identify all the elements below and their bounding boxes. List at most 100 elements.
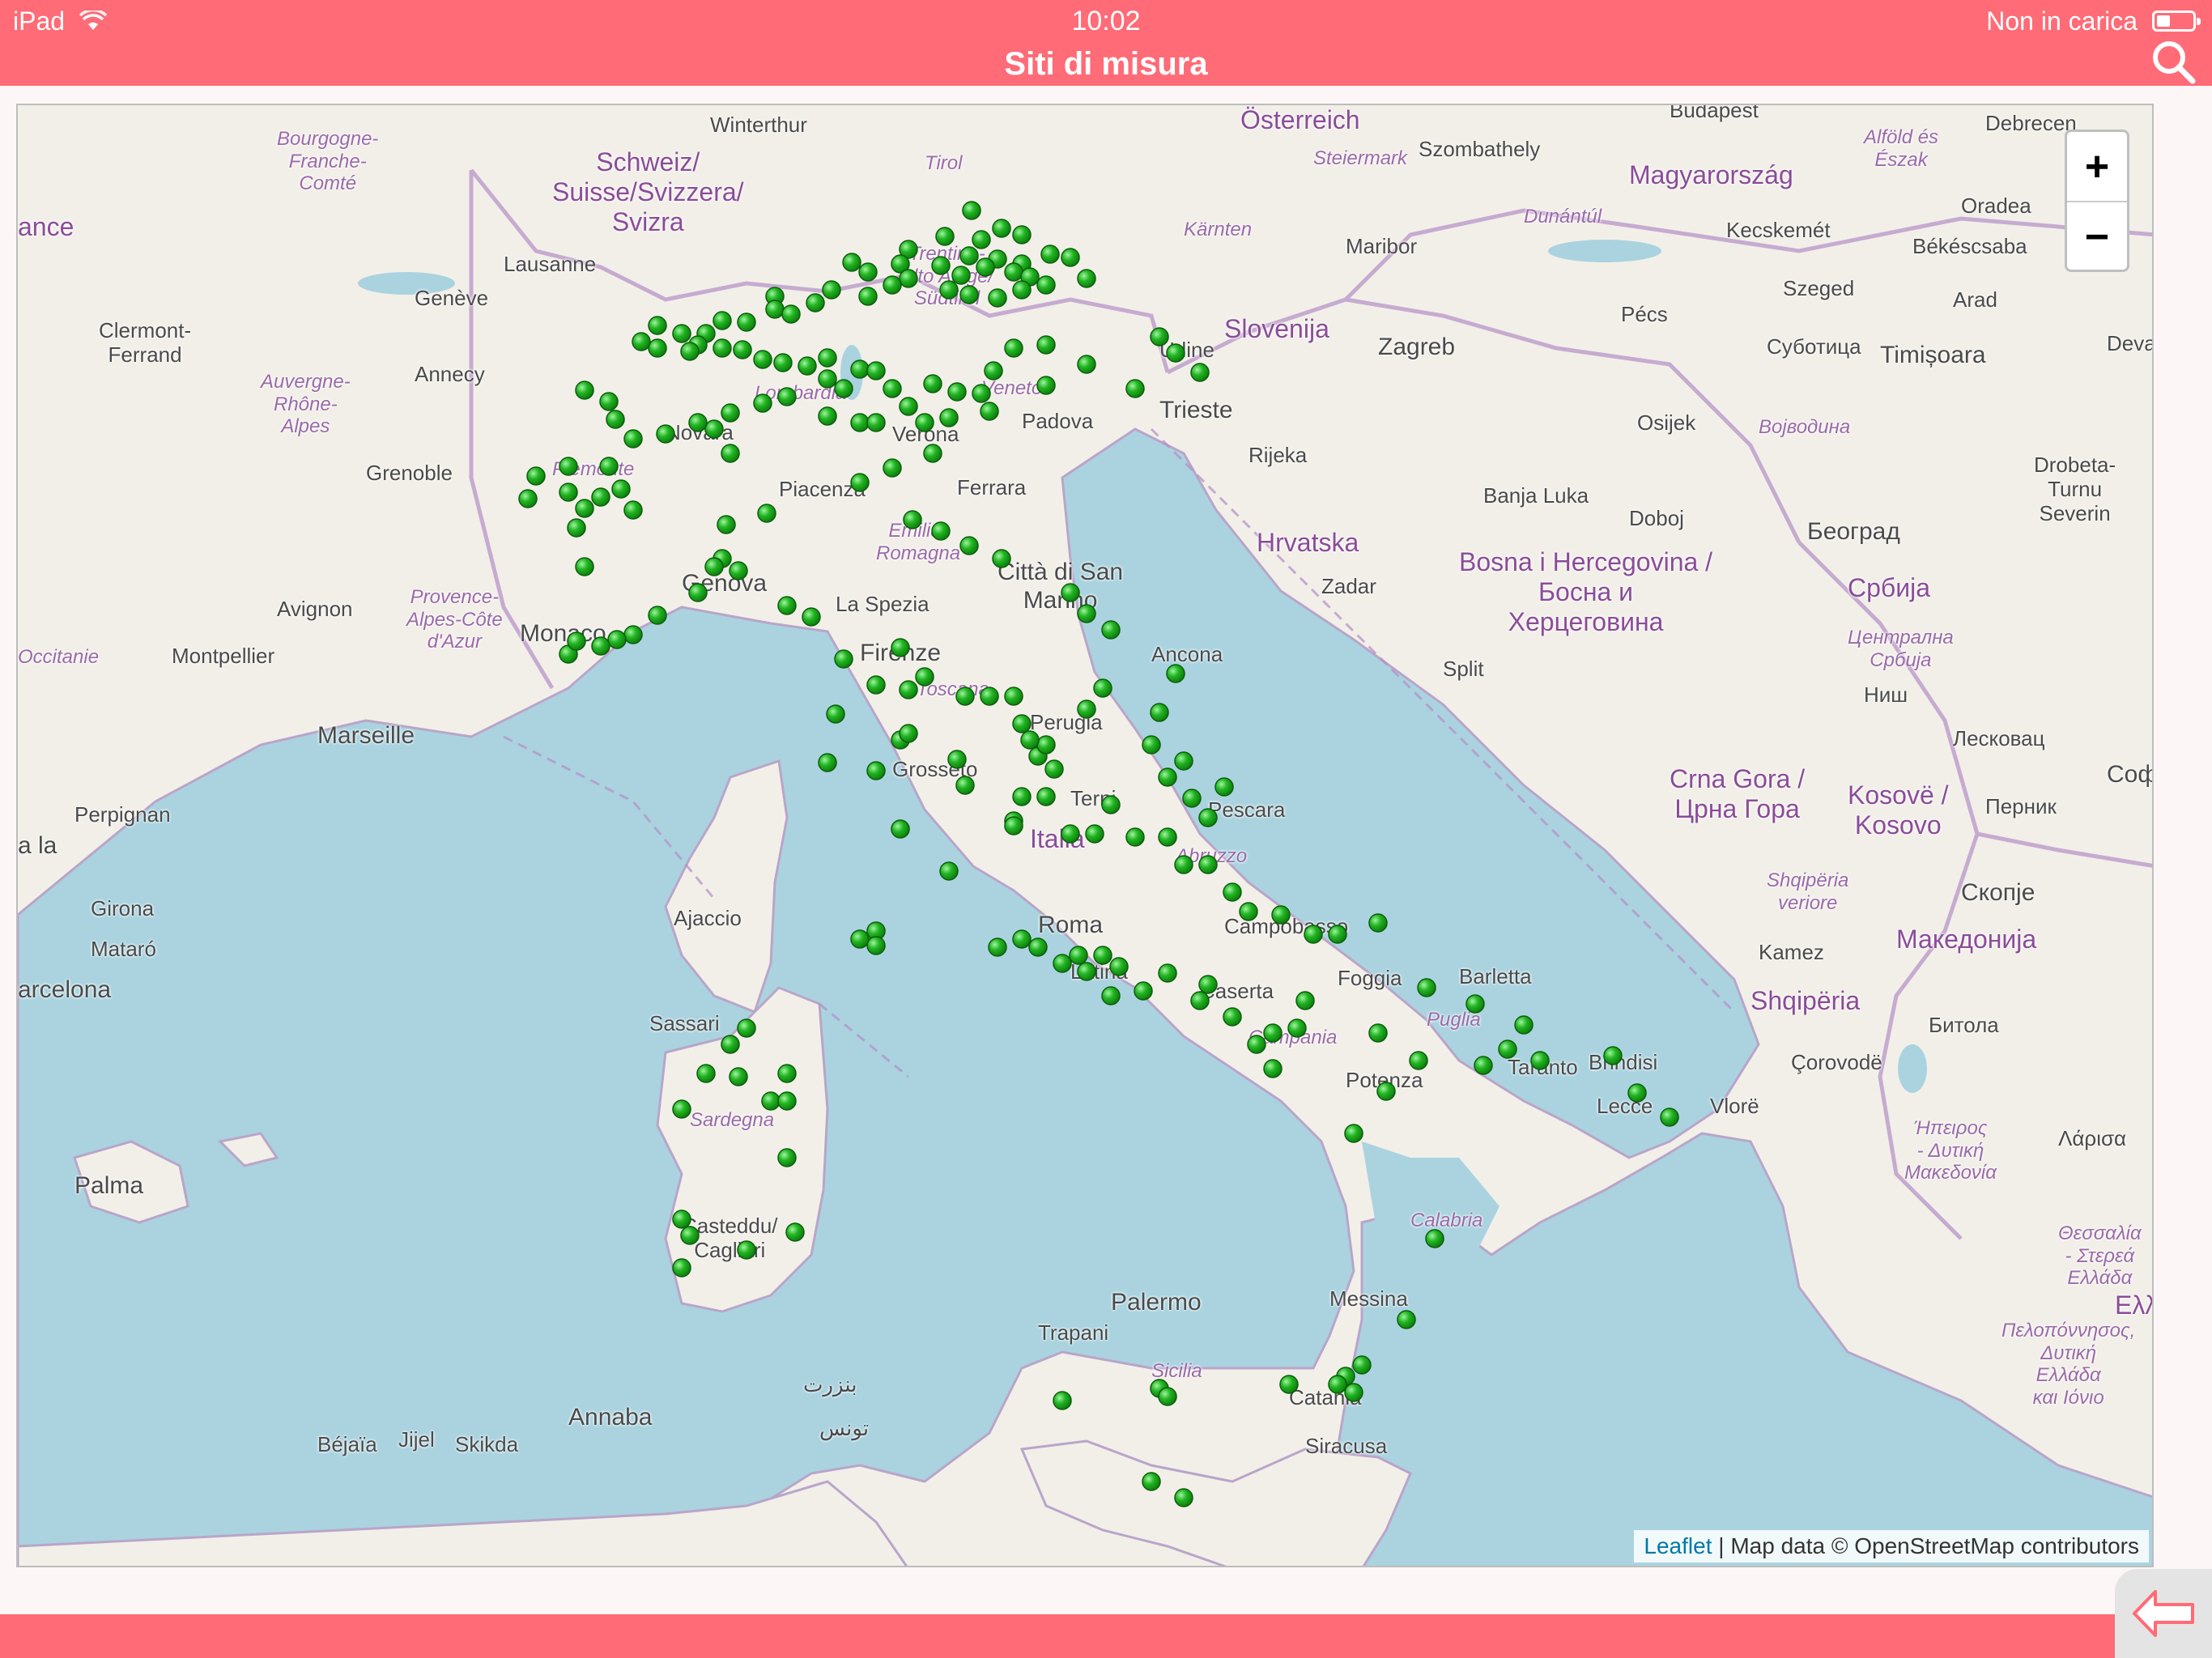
site-marker[interactable] xyxy=(1295,991,1315,1010)
site-marker[interactable] xyxy=(955,687,975,706)
site-marker[interactable] xyxy=(818,348,837,368)
site-marker[interactable] xyxy=(798,356,817,376)
site-marker[interactable] xyxy=(834,649,853,669)
site-marker[interactable] xyxy=(1040,244,1060,264)
site-marker[interactable] xyxy=(1142,1472,1161,1491)
site-marker[interactable] xyxy=(988,937,1007,957)
site-marker[interactable] xyxy=(733,340,752,359)
site-marker[interactable] xyxy=(606,410,625,429)
site-marker[interactable] xyxy=(1012,787,1032,806)
site-marker[interactable] xyxy=(866,413,886,432)
site-marker[interactable] xyxy=(688,413,708,432)
site-marker[interactable] xyxy=(704,557,724,576)
site-marker[interactable] xyxy=(923,374,942,393)
site-marker[interactable] xyxy=(866,361,886,380)
site-marker[interactable] xyxy=(1166,664,1185,683)
site-marker[interactable] xyxy=(713,311,732,330)
site-marker[interactable] xyxy=(866,936,886,955)
site-marker[interactable] xyxy=(891,819,910,839)
site-marker[interactable] xyxy=(822,280,841,300)
site-marker[interactable] xyxy=(721,403,740,423)
site-marker[interactable] xyxy=(1279,1375,1299,1394)
site-marker[interactable] xyxy=(903,510,922,529)
site-marker[interactable] xyxy=(518,489,538,508)
site-marker[interactable] xyxy=(972,384,991,403)
site-marker[interactable] xyxy=(1409,1051,1428,1070)
site-marker[interactable] xyxy=(559,483,578,502)
site-marker[interactable] xyxy=(923,444,942,463)
site-marker[interactable] xyxy=(1328,925,1347,944)
site-marker[interactable] xyxy=(777,596,797,615)
site-marker[interactable] xyxy=(623,625,643,644)
site-marker[interactable] xyxy=(1012,225,1032,244)
site-marker[interactable] xyxy=(1004,687,1023,706)
site-marker[interactable] xyxy=(1198,808,1218,827)
site-marker[interactable] xyxy=(1053,1391,1072,1410)
site-marker[interactable] xyxy=(1368,1023,1388,1043)
site-marker[interactable] xyxy=(1263,1023,1283,1043)
site-marker[interactable] xyxy=(1174,751,1193,771)
site-marker[interactable] xyxy=(899,680,918,699)
site-marker[interactable] xyxy=(591,487,610,507)
site-marker[interactable] xyxy=(988,288,1007,308)
site-marker[interactable] xyxy=(842,253,861,272)
site-marker[interactable] xyxy=(1077,699,1096,719)
site-marker[interactable] xyxy=(1344,1124,1363,1143)
site-marker[interactable] xyxy=(1304,925,1323,944)
site-marker[interactable] xyxy=(729,561,748,580)
site-marker[interactable] xyxy=(1263,1059,1283,1078)
site-marker[interactable] xyxy=(1142,735,1161,755)
site-marker[interactable] xyxy=(818,369,837,389)
site-marker[interactable] xyxy=(777,1091,797,1111)
site-marker[interactable] xyxy=(729,1067,748,1086)
site-marker[interactable] xyxy=(1036,376,1056,395)
site-marker[interactable] xyxy=(915,413,934,432)
site-marker[interactable] xyxy=(1069,946,1088,965)
site-marker[interactable] xyxy=(1125,379,1145,398)
site-marker[interactable] xyxy=(1085,824,1104,844)
site-marker[interactable] xyxy=(1012,929,1032,949)
site-marker[interactable] xyxy=(680,342,700,361)
site-marker[interactable] xyxy=(1061,824,1080,844)
back-button[interactable] xyxy=(2115,1569,2212,1658)
site-marker[interactable] xyxy=(575,499,594,518)
site-marker[interactable] xyxy=(607,630,627,649)
site-marker[interactable] xyxy=(1109,957,1129,976)
site-marker[interactable] xyxy=(737,312,756,332)
site-marker[interactable] xyxy=(1247,1035,1266,1054)
zoom-out-button[interactable]: − xyxy=(2067,202,2127,270)
site-marker[interactable] xyxy=(951,266,971,285)
site-marker[interactable] xyxy=(1053,954,1072,973)
site-marker[interactable] xyxy=(765,300,785,319)
site-marker[interactable] xyxy=(1174,855,1193,874)
site-marker[interactable] xyxy=(781,304,801,324)
site-marker[interactable] xyxy=(850,413,870,432)
site-marker[interactable] xyxy=(648,316,667,335)
site-marker[interactable] xyxy=(1004,262,1023,282)
site-marker[interactable] xyxy=(773,353,793,372)
site-marker[interactable] xyxy=(1150,703,1169,722)
site-marker[interactable] xyxy=(1417,978,1436,997)
site-marker[interactable] xyxy=(1174,1488,1193,1507)
site-marker[interactable] xyxy=(1190,363,1210,382)
site-marker[interactable] xyxy=(1182,789,1202,808)
site-marker[interactable] xyxy=(688,583,708,602)
site-marker[interactable] xyxy=(575,380,594,400)
site-marker[interactable] xyxy=(992,219,1011,238)
site-marker[interactable] xyxy=(1214,777,1234,797)
site-marker[interactable] xyxy=(1036,275,1056,295)
site-marker[interactable] xyxy=(1134,981,1153,1001)
site-marker[interactable] xyxy=(1627,1083,1647,1103)
site-marker[interactable] xyxy=(1465,994,1485,1014)
site-marker[interactable] xyxy=(866,675,886,695)
site-marker[interactable] xyxy=(591,636,610,656)
site-marker[interactable] xyxy=(717,515,736,534)
site-marker[interactable] xyxy=(1077,962,1096,981)
site-marker[interactable] xyxy=(899,397,918,416)
site-marker[interactable] xyxy=(1004,338,1023,358)
search-button[interactable] xyxy=(2149,37,2197,86)
site-marker[interactable] xyxy=(1239,902,1258,921)
site-marker[interactable] xyxy=(696,1064,716,1083)
site-marker[interactable] xyxy=(721,1035,740,1054)
site-marker[interactable] xyxy=(753,350,772,369)
